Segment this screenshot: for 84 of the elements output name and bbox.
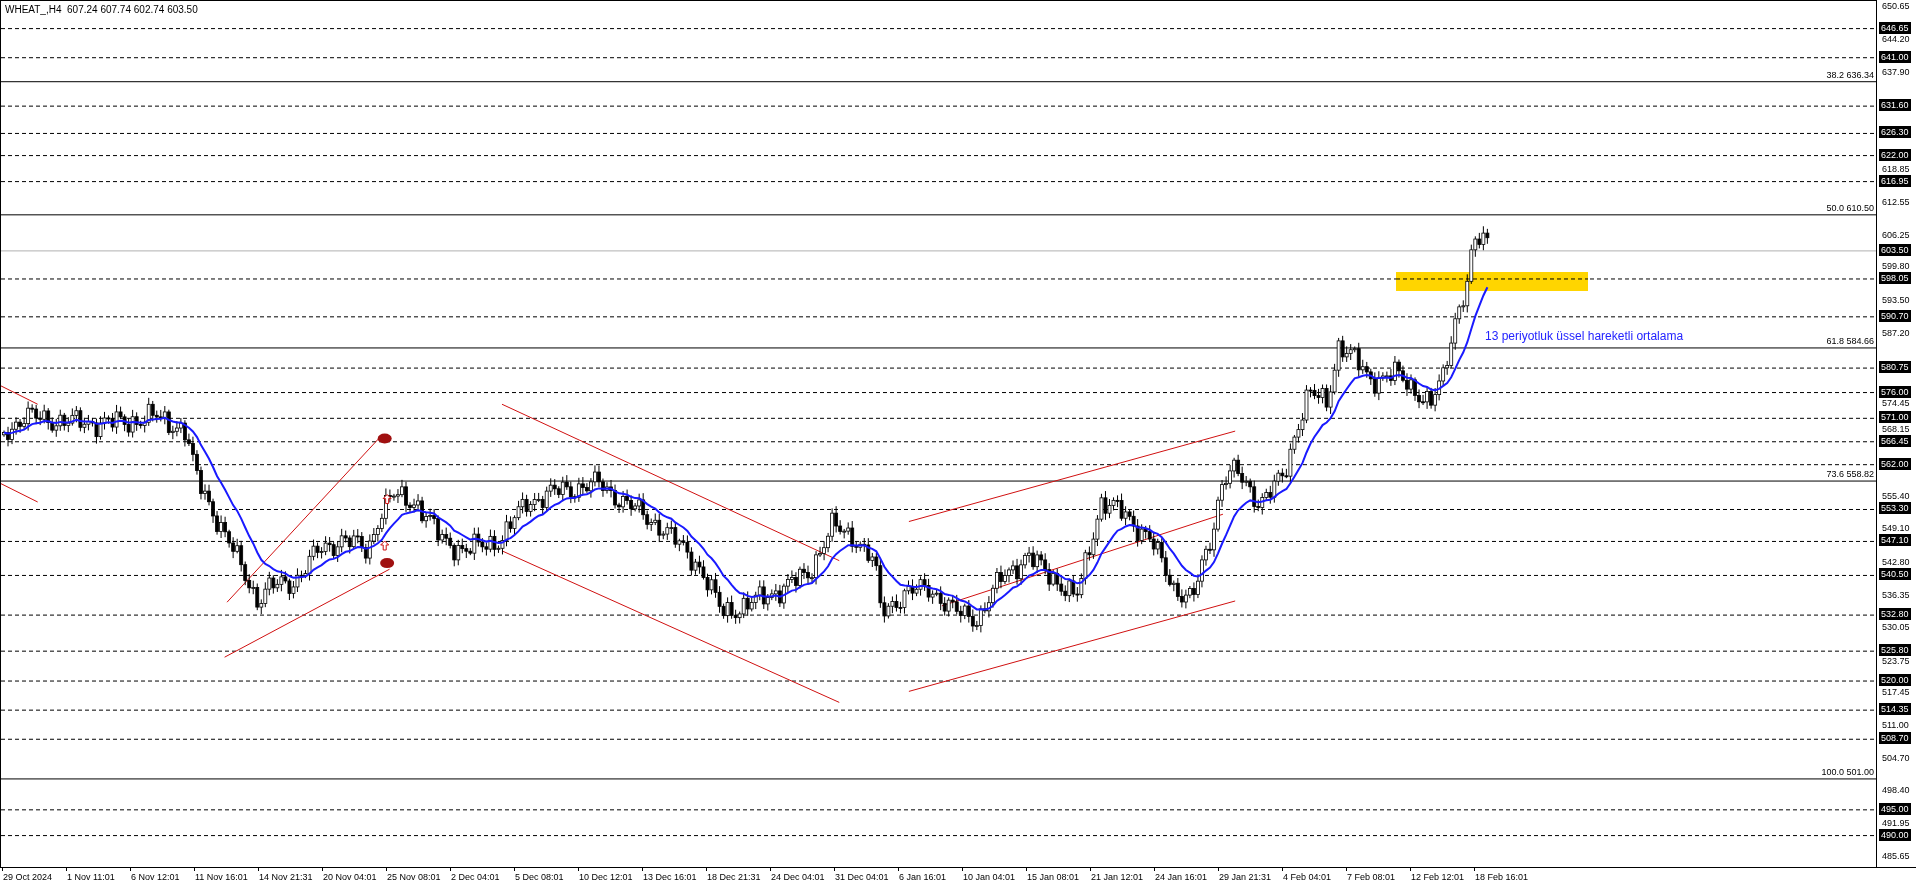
price-level-label: 520.00 — [1879, 674, 1911, 687]
fibonacci-level-label: 61.8 584.66 — [1826, 335, 1874, 347]
price-level-label: 547.10 — [1879, 534, 1911, 547]
price-tick-label: 511.00 — [1882, 720, 1909, 732]
price-tick-label: 618.85 — [1882, 163, 1910, 175]
time-axis-label: 11 Nov 16:01 — [194, 871, 249, 883]
price-tick-label: 644.20 — [1882, 34, 1910, 46]
time-axis-label: 4 Feb 04:01 — [1282, 871, 1333, 883]
price-level-label: 514.35 — [1879, 703, 1911, 716]
time-axis-label: 5 Dec 08:01 — [514, 871, 565, 883]
time-axis-label: 31 Dec 04:01 — [834, 871, 890, 883]
price-level-label: 646.65 — [1879, 21, 1911, 34]
time-axis-label: 10 Dec 12:01 — [578, 871, 634, 883]
time-axis-label: 10 Jan 04:01 — [962, 871, 1017, 883]
price-tick-label: 574.45 — [1882, 397, 1910, 409]
price-tick-label: 536.35 — [1882, 589, 1910, 601]
price-level-label: 525.80 — [1879, 644, 1911, 657]
price-level-label: 590.70 — [1879, 309, 1911, 322]
fibonacci-level-label: 50.0 610.50 — [1826, 202, 1874, 214]
trend-line — [1, 483, 39, 503]
price-level-label: 626.30 — [1879, 126, 1911, 139]
price-level-label: 576.00 — [1879, 385, 1911, 398]
price-tick-label: 549.10 — [1882, 523, 1910, 535]
price-level-label: 616.95 — [1879, 174, 1911, 187]
price-level-label: 580.75 — [1879, 361, 1911, 374]
time-axis-label: 7 Feb 08:01 — [1346, 871, 1397, 883]
time-axis-label: 12 Feb 12:01 — [1410, 871, 1466, 883]
time-axis-label: 29 Oct 2024 — [2, 871, 54, 883]
price-level-label: 490.00 — [1879, 828, 1911, 841]
up-arrow-icon — [382, 494, 392, 505]
price-tick-label: 485.65 — [1882, 851, 1910, 862]
symbol-info: WHEAT_,H4 607.24 607.74 602.74 603.50 — [5, 2, 198, 17]
ellipse-marker — [377, 433, 392, 444]
price-tick-label: 650.65 — [1882, 1, 1910, 12]
current-price-label: 603.50 — [1879, 243, 1911, 256]
time-axis-label: 18 Dec 21:31 — [706, 871, 762, 883]
time-axis-label: 2 Dec 04:01 — [450, 871, 501, 883]
time-axis-label: 15 Jan 08:01 — [1026, 871, 1081, 883]
price-tick-label: 517.45 — [1882, 687, 1910, 699]
time-axis-label: 24 Jan 16:01 — [1154, 871, 1209, 883]
price-tick-label: 593.50 — [1882, 295, 1910, 307]
time-axis-label: 14 Nov 21:31 — [258, 871, 314, 883]
price-level-label: 562.00 — [1879, 457, 1911, 470]
price-level-label: 598.05 — [1879, 271, 1911, 284]
price-tick-label: 606.25 — [1882, 229, 1910, 241]
price-tick-label: 491.95 — [1882, 817, 1910, 829]
price-tick-label: 599.80 — [1882, 260, 1910, 272]
time-axis-label: 29 Jan 21:31 — [1218, 871, 1273, 883]
price-tick-label: 612.55 — [1882, 197, 1910, 209]
time-axis-label: 20 Nov 04:01 — [322, 871, 378, 883]
time-axis-label: 6 Jan 16:01 — [898, 871, 948, 883]
price-tick-label: 530.05 — [1882, 622, 1910, 634]
price-level-label: 571.00 — [1879, 411, 1911, 424]
trend-line — [1, 385, 39, 405]
moving-average-label: 13 periyotluk üssel hareketli ortalama — [1485, 328, 1684, 345]
price-level-label: 495.00 — [1879, 802, 1911, 815]
price-level-label: 631.60 — [1879, 99, 1911, 112]
price-level-label: 622.00 — [1879, 148, 1911, 161]
price-level-label: 566.45 — [1879, 434, 1911, 447]
price-tick-label: 523.75 — [1882, 656, 1910, 668]
price-tick-label: 568.15 — [1882, 423, 1910, 435]
price-level-label: 553.30 — [1879, 502, 1911, 515]
time-axis-label: 24 Dec 04:01 — [770, 871, 826, 883]
price-tick-label: 504.70 — [1882, 752, 1910, 764]
price-tick-label: 637.90 — [1882, 66, 1910, 78]
up-arrow-icon — [380, 540, 390, 551]
time-axis-label: 13 Dec 16:01 — [642, 871, 698, 883]
price-tick-label: 498.40 — [1882, 785, 1910, 797]
fibonacci-level-label: 73.6 558.82 — [1826, 469, 1874, 481]
time-axis-label: 25 Nov 08:01 — [386, 871, 442, 883]
price-level-label: 532.80 — [1879, 608, 1911, 621]
time-axis-label: 18 Feb 16:01 — [1474, 871, 1530, 883]
price-level-label: 508.70 — [1879, 732, 1911, 745]
price-tick-label: 555.40 — [1882, 491, 1910, 503]
price-level-label: 540.50 — [1879, 568, 1911, 581]
fibonacci-level-label: 100.0 501.00 — [1821, 766, 1874, 778]
price-tick-label: 542.80 — [1882, 556, 1910, 568]
time-axis-label: 21 Jan 12:01 — [1090, 871, 1145, 883]
time-axis-label: 1 Nov 11:01 — [66, 871, 116, 883]
price-tick-label: 587.20 — [1882, 327, 1910, 339]
time-axis-label: 6 Nov 12:01 — [130, 871, 181, 883]
fibonacci-level-label: 38.2 636.34 — [1826, 69, 1874, 81]
ellipse-marker — [380, 558, 395, 569]
price-level-label: 641.00 — [1879, 50, 1911, 63]
